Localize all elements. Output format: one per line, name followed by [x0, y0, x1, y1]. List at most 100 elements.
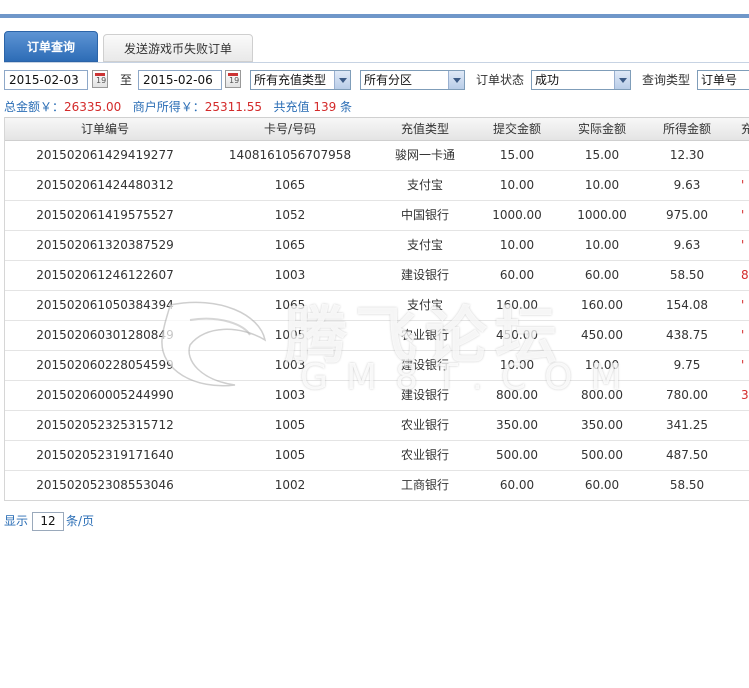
- cell-recharge-type: 工商银行: [400, 478, 449, 492]
- cell-card-number: 1005: [274, 448, 306, 462]
- cell-order-number: 201502061424480312: [36, 178, 174, 192]
- cell-truncated: 8: [741, 268, 749, 282]
- header-submitted-amount: 提交金额: [492, 122, 541, 136]
- cell-earned-amount: 438.75: [666, 328, 708, 342]
- status-select[interactable]: 成功: [531, 70, 631, 90]
- tab-failed-orders[interactable]: 发送游戏币失败订单: [103, 34, 253, 62]
- cell-submitted-amount: 10.00: [499, 178, 535, 192]
- cell-submitted-amount: 15.00: [499, 148, 535, 162]
- calendar-icon[interactable]: 19: [225, 70, 241, 88]
- cell-actual-amount: 160.00: [581, 298, 623, 312]
- table-row[interactable]: 201502061246122607 1003 建设银行 60.00 60.00…: [5, 261, 749, 291]
- query-type-select[interactable]: 订单号: [697, 70, 749, 90]
- cell-order-number: 201502061320387529: [36, 238, 174, 252]
- table-row[interactable]: 201502060301280849 1005 农业银行 450.00 450.…: [5, 321, 749, 351]
- recharge-type-select[interactable]: 所有充值类型: [250, 70, 351, 90]
- top-accent-bar: [0, 14, 749, 18]
- header-truncated-column: 充: [741, 122, 749, 136]
- cell-card-number: 1005: [274, 328, 306, 342]
- date-to-input[interactable]: 2015-02-06: [138, 70, 222, 90]
- cell-recharge-type: 骏网一卡通: [394, 148, 455, 162]
- cell-card-number: 1003: [274, 268, 306, 282]
- cell-submitted-amount: 60.00: [499, 478, 535, 492]
- table-row[interactable]: 201502060228054599 1003 建设银行 10.00 10.00…: [5, 351, 749, 381]
- cell-card-number: 1052: [274, 208, 306, 222]
- cell-card-number: 1065: [274, 178, 306, 192]
- table-row[interactable]: 201502052325315712 1005 农业银行 350.00 350.…: [5, 411, 749, 441]
- cell-truncated: ': [741, 298, 745, 312]
- tab-order-query[interactable]: 订单查询: [4, 31, 98, 62]
- cell-earned-amount: 487.50: [666, 448, 708, 462]
- cell-card-number: 1005: [274, 418, 306, 432]
- cell-submitted-amount: 500.00: [496, 448, 538, 462]
- cell-submitted-amount: 10.00: [499, 358, 535, 372]
- header-actual-amount: 实际金额: [577, 122, 626, 136]
- recharge-type-value: 所有充值类型: [254, 73, 327, 87]
- filter-bar: 2015-02-03 19 至 2015-02-06 19 所有充值类型 所有分…: [4, 70, 749, 92]
- date-from-input[interactable]: 2015-02-03: [4, 70, 88, 90]
- cell-submitted-amount: 160.00: [496, 298, 538, 312]
- cell-actual-amount: 800.00: [581, 388, 623, 402]
- cell-submitted-amount: 350.00: [496, 418, 538, 432]
- cell-recharge-type: 中国银行: [400, 208, 449, 222]
- per-page-label: 条/页: [66, 514, 95, 528]
- cell-card-number: 1065: [274, 238, 306, 252]
- table-row[interactable]: 201502061419575527 1052 中国银行 1000.00 100…: [5, 201, 749, 231]
- cell-card-number: 1003: [274, 358, 306, 372]
- cell-recharge-type: 建设银行: [400, 388, 449, 402]
- cell-truncated: ': [741, 208, 745, 222]
- status-value: 成功: [535, 73, 560, 87]
- cell-recharge-type: 农业银行: [400, 328, 449, 342]
- cell-actual-amount: 10.00: [584, 358, 620, 372]
- cell-actual-amount: 10.00: [584, 238, 620, 252]
- cell-actual-amount: 500.00: [581, 448, 623, 462]
- cell-card-number: 1065: [274, 298, 306, 312]
- cell-actual-amount: 15.00: [584, 148, 620, 162]
- cell-earned-amount: 9.63: [673, 238, 701, 252]
- table-row[interactable]: 201502052319171640 1005 农业银行 500.00 500.…: [5, 441, 749, 471]
- cell-recharge-type: 支付宝: [406, 298, 443, 312]
- merchant-income-label: 商户所得￥：: [132, 100, 205, 114]
- cell-earned-amount: 58.50: [669, 268, 705, 282]
- cell-actual-amount: 350.00: [581, 418, 623, 432]
- cell-recharge-type: 建设银行: [400, 358, 449, 372]
- cell-card-number: 1003: [274, 388, 306, 402]
- cell-earned-amount: 975.00: [666, 208, 708, 222]
- chevron-down-icon[interactable]: [334, 71, 350, 89]
- page-size-label: 显示: [4, 514, 29, 528]
- cell-truncated: ': [741, 238, 745, 252]
- date-range-separator: 至: [120, 73, 133, 87]
- cell-order-number: 201502060301280849: [36, 328, 174, 342]
- cell-truncated: ': [741, 178, 745, 192]
- table-row[interactable]: 201502061320387529 1065 支付宝 10.00 10.00 …: [5, 231, 749, 261]
- chevron-down-icon[interactable]: [614, 71, 630, 89]
- table-row[interactable]: 201502061050384394 1065 支付宝 160.00 160.0…: [5, 291, 749, 321]
- cell-submitted-amount: 800.00: [496, 388, 538, 402]
- header-earned-amount: 所得金额: [662, 122, 711, 136]
- calendar-icon[interactable]: 19: [92, 70, 108, 88]
- header-card-number: 卡号/号码: [263, 122, 317, 136]
- table-row[interactable]: 201502061424480312 1065 支付宝 10.00 10.00 …: [5, 171, 749, 201]
- cell-actual-amount: 450.00: [581, 328, 623, 342]
- chevron-down-icon[interactable]: [448, 71, 464, 89]
- table-row[interactable]: 201502052308553046 1002 工商银行 60.00 60.00…: [5, 471, 749, 500]
- cell-earned-amount: 154.08: [666, 298, 708, 312]
- recharge-count-label: 共充值: [273, 100, 310, 114]
- table-row[interactable]: 201502060005244990 1003 建设银行 800.00 800.…: [5, 381, 749, 411]
- cell-recharge-type: 支付宝: [406, 178, 443, 192]
- tab-underline: [4, 62, 749, 63]
- cell-order-number: 201502052319171640: [36, 448, 174, 462]
- page-size-input[interactable]: 12: [32, 512, 64, 531]
- table-row[interactable]: 201502061429419277 1408161056707958 骏网一卡…: [5, 141, 749, 171]
- cell-earned-amount: 9.63: [673, 178, 701, 192]
- cell-truncated: ': [741, 358, 745, 372]
- query-type-label: 查询类型: [642, 73, 691, 87]
- total-amount-value: 26335.00: [64, 100, 122, 114]
- region-select[interactable]: 所有分区: [360, 70, 465, 90]
- cell-earned-amount: 341.25: [666, 418, 708, 432]
- cell-order-number: 201502052308553046: [36, 478, 174, 492]
- cell-order-number: 201502052325315712: [36, 418, 174, 432]
- cell-truncated: ': [741, 328, 745, 342]
- cell-actual-amount: 60.00: [584, 478, 620, 492]
- cell-earned-amount: 12.30: [669, 148, 705, 162]
